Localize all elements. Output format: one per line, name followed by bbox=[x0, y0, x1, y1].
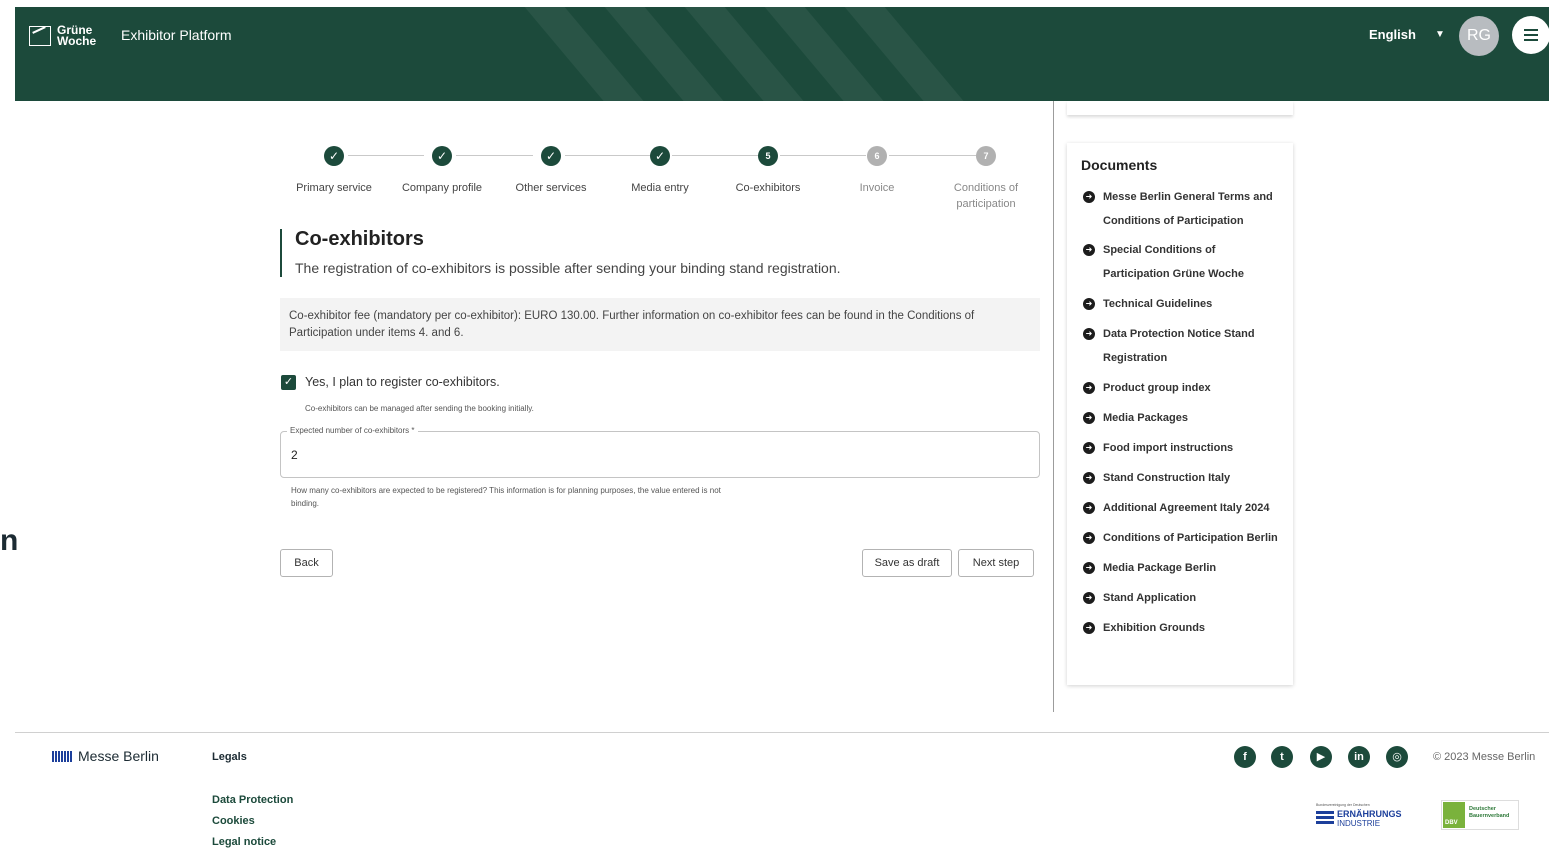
arrow-right-icon: ➜ bbox=[1083, 412, 1095, 424]
arrow-right-icon: ➜ bbox=[1083, 472, 1095, 484]
back-button[interactable]: Back bbox=[280, 549, 333, 577]
step-company-profile[interactable]: Company profile bbox=[387, 146, 497, 196]
arrow-right-icon: ➜ bbox=[1083, 562, 1095, 574]
document-link[interactable]: ➜ Additional Agreement Italy 2024 bbox=[1083, 496, 1283, 520]
logo-icon bbox=[29, 26, 51, 46]
language-selector[interactable]: English bbox=[1369, 27, 1416, 42]
document-link[interactable]: ➜ Messe Berlin General Terms and Condition… bbox=[1083, 185, 1283, 233]
page-fragment-text: n bbox=[0, 524, 19, 557]
step-conditions-of-participation: 7 Conditions of participation bbox=[931, 146, 1041, 212]
step-co-exhibitors[interactable]: 5 Co-exhibitors bbox=[713, 146, 823, 196]
menu-button[interactable] bbox=[1512, 16, 1549, 54]
checkbox-label[interactable]: Yes, I plan to register co-exhibitors. bbox=[305, 375, 500, 389]
document-link[interactable]: ➜ Special Conditions of Participation Grün… bbox=[1083, 238, 1283, 286]
document-link[interactable]: ➜ Conditions of Participation Berlin bbox=[1083, 526, 1283, 550]
messe-berlin-logo[interactable]: Messe Berlin bbox=[52, 748, 159, 764]
user-avatar[interactable]: RG bbox=[1459, 16, 1499, 56]
footer-divider bbox=[15, 732, 1549, 733]
document-link[interactable]: ➜ Stand Application bbox=[1083, 586, 1283, 610]
arrow-right-icon: ➜ bbox=[1083, 382, 1095, 394]
document-link[interactable]: ➜ Technical Guidelines bbox=[1083, 292, 1283, 316]
arrow-right-icon: ➜ bbox=[1083, 191, 1095, 203]
arrow-right-icon: ➜ bbox=[1083, 622, 1095, 634]
document-link[interactable]: ➜ Media Packages bbox=[1083, 406, 1283, 430]
section-accent-bar bbox=[280, 229, 282, 277]
co-exhibitors-checkbox[interactable]: ✓ bbox=[281, 375, 296, 390]
arrow-right-icon: ➜ bbox=[1083, 298, 1095, 310]
arrow-right-icon: ➜ bbox=[1083, 502, 1095, 514]
hamburger-icon bbox=[1524, 29, 1538, 31]
step-number: 6 bbox=[867, 146, 887, 166]
document-link[interactable]: ➜ Exhibition Grounds bbox=[1083, 616, 1283, 640]
linkedin-icon[interactable]: in bbox=[1348, 746, 1370, 768]
next-step-button[interactable]: Next step bbox=[958, 549, 1034, 577]
footer-link-legal-notice[interactable]: Legal notice bbox=[212, 836, 276, 848]
footer-link-cookies[interactable]: Cookies bbox=[212, 815, 255, 827]
check-icon bbox=[324, 146, 344, 166]
field-help-text: How many co-exhibitors are expected to b… bbox=[291, 486, 721, 495]
step-other-services[interactable]: Other services bbox=[496, 146, 606, 196]
step-media-entry[interactable]: Media entry bbox=[605, 146, 715, 196]
bauernverband-logo[interactable]: DBV Deutscher Bauernverband bbox=[1441, 800, 1519, 830]
document-link[interactable]: ➜ Food import instructions bbox=[1083, 436, 1283, 460]
expected-co-exhibitors-input[interactable] bbox=[291, 448, 991, 462]
section-description: The registration of co-exhibitors is pos… bbox=[295, 260, 841, 276]
side-card bbox=[1067, 101, 1293, 115]
bve-logo-icon bbox=[1316, 811, 1334, 824]
youtube-icon[interactable]: ▶ bbox=[1310, 746, 1332, 768]
ernaehrungs-industrie-logo[interactable]: Bundesvereinigung der Deutschen ERNÄHRUN… bbox=[1316, 803, 1409, 829]
copyright-text: © 2023 Messe Berlin bbox=[1433, 751, 1536, 763]
check-icon bbox=[541, 146, 561, 166]
arrow-right-icon: ➜ bbox=[1083, 442, 1095, 454]
twitter-icon[interactable]: t bbox=[1271, 746, 1293, 768]
check-icon bbox=[432, 146, 452, 166]
check-icon bbox=[650, 146, 670, 166]
step-number: 7 bbox=[976, 146, 996, 166]
arrow-right-icon: ➜ bbox=[1083, 328, 1095, 340]
checkbox-hint: Co-exhibitors can be managed after sendi… bbox=[305, 404, 534, 413]
top-header: Grüne Woche Exhibitor Platform English ▼ … bbox=[15, 7, 1549, 101]
arrow-right-icon: ➜ bbox=[1083, 244, 1095, 256]
field-label: Expected number of co-exhibitors * bbox=[287, 426, 418, 435]
step-primary-service[interactable]: Primary service bbox=[279, 146, 389, 196]
field-help-text: binding. bbox=[291, 499, 320, 508]
fee-info-text: Co-exhibitor fee (mandatory per co-exhib… bbox=[289, 310, 975, 339]
document-link[interactable]: ➜ Product group index bbox=[1083, 376, 1283, 400]
facebook-icon[interactable]: f bbox=[1234, 746, 1256, 768]
footer-legals-heading: Legals bbox=[212, 751, 247, 763]
instagram-icon[interactable]: ◎ bbox=[1386, 746, 1408, 768]
document-link[interactable]: ➜ Stand Construction Italy bbox=[1083, 466, 1283, 490]
gruene-woche-logo[interactable]: Grüne Woche bbox=[29, 24, 96, 47]
step-number: 5 bbox=[758, 146, 778, 166]
section-title: Co-exhibitors bbox=[295, 228, 424, 250]
vertical-divider bbox=[1053, 101, 1054, 712]
footer-link-data-protection[interactable]: Data Protection bbox=[212, 794, 293, 806]
platform-title: Exhibitor Platform bbox=[121, 27, 232, 43]
save-draft-button[interactable]: Save as draft bbox=[862, 549, 952, 577]
documents-title: Documents bbox=[1081, 157, 1158, 173]
arrow-right-icon: ➜ bbox=[1083, 532, 1095, 544]
dbv-logo-icon: DBV bbox=[1443, 802, 1465, 828]
step-invoice: 6 Invoice bbox=[822, 146, 932, 196]
document-link[interactable]: ➜ Data Protection Notice Stand Registratio… bbox=[1083, 322, 1283, 370]
arrow-right-icon: ➜ bbox=[1083, 592, 1095, 604]
caret-down-icon[interactable]: ▼ bbox=[1435, 29, 1445, 40]
messe-logo-icon bbox=[52, 750, 72, 762]
document-link[interactable]: ➜ Media Package Berlin bbox=[1083, 556, 1283, 580]
